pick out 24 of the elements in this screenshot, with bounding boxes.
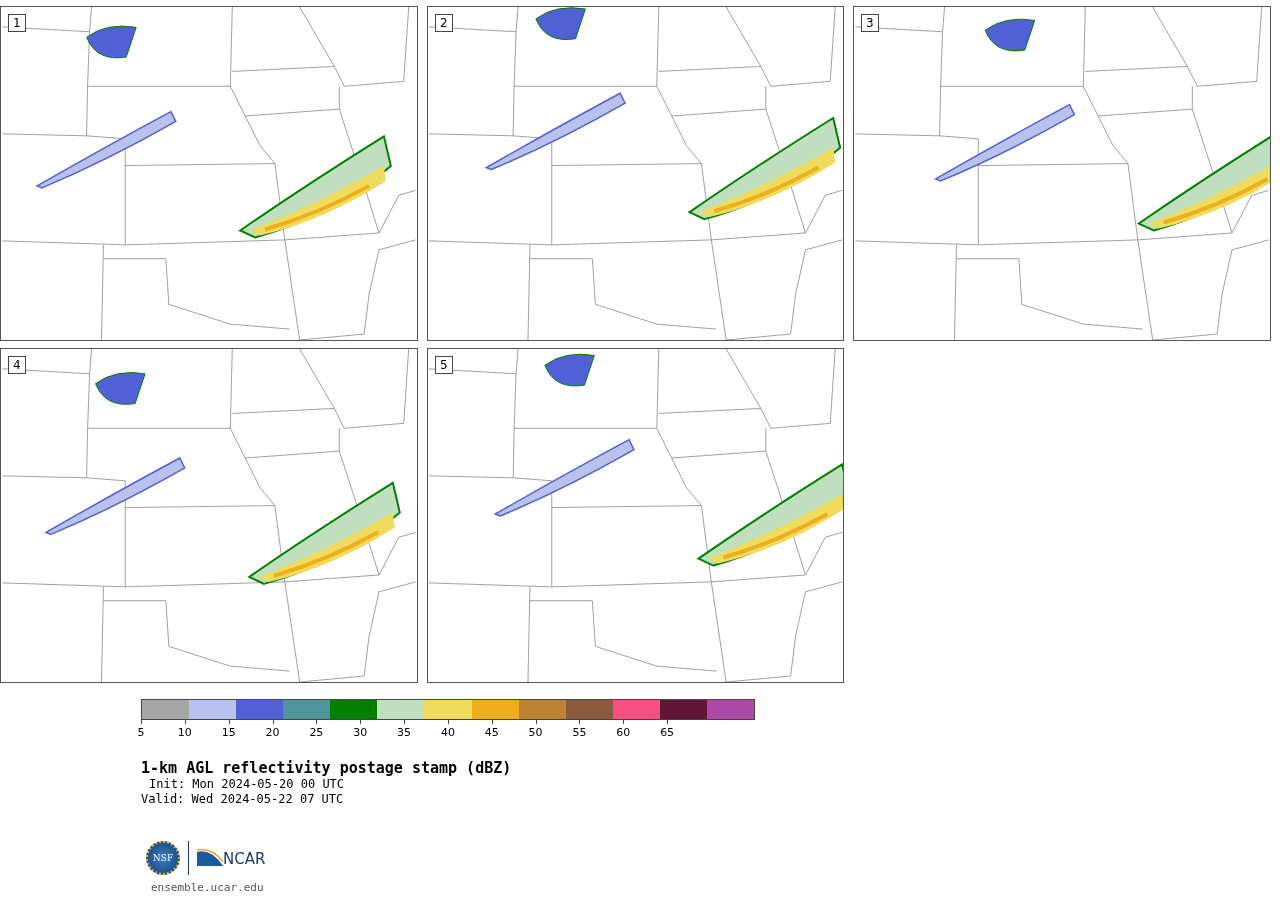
tick-label: 60 <box>616 726 631 739</box>
panel-number: 4 <box>8 356 26 374</box>
site-url: ensemble.ucar.edu <box>151 881 265 894</box>
tick-label: 50 <box>528 726 543 739</box>
tick-label: 45 <box>484 726 499 739</box>
panel-number: 5 <box>435 356 453 374</box>
tick-label: 15 <box>221 726 236 739</box>
panel-number: 2 <box>435 14 453 32</box>
init-time: Init: Mon 2024-05-20 00 UTC <box>148 777 346 792</box>
ncar-logo: NCAR <box>197 848 266 868</box>
valid-time: Valid: Wed 2024-05-22 07 UTC <box>141 792 345 807</box>
seal-logo: NSF <box>146 841 180 875</box>
panel-number: 3 <box>861 14 879 32</box>
tick-label: 65 <box>660 726 675 739</box>
tick-label: 10 <box>177 726 192 739</box>
chart-title: 1-km AGL reflectivity postage stamp (dBZ) <box>141 759 513 777</box>
tick-label: 20 <box>265 726 280 739</box>
tick-label: 55 <box>572 726 587 739</box>
tick-label: 5 <box>137 726 145 739</box>
tick-label: 25 <box>309 726 324 739</box>
panel-number: 1 <box>8 14 26 32</box>
tick-label: 40 <box>440 726 455 739</box>
tick-label: 35 <box>397 726 412 739</box>
tick-label: 30 <box>353 726 368 739</box>
